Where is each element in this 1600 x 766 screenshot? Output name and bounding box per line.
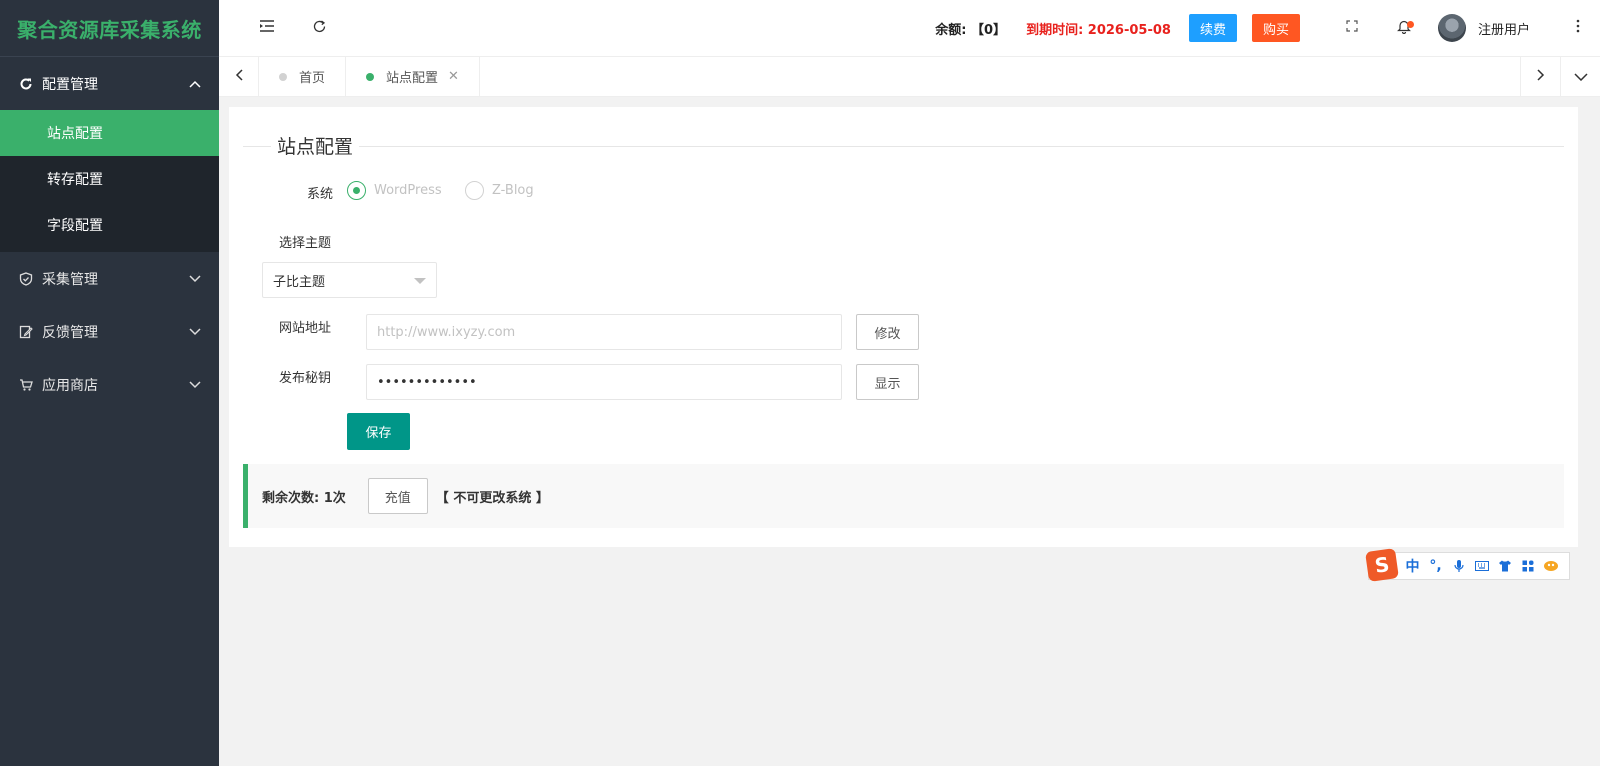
renew-button[interactable]: 续费	[1188, 14, 1237, 42]
theme-label: 选择主题	[279, 236, 332, 251]
cart-icon	[18, 377, 34, 393]
expire-text: 到期时间: 2026-05-08	[1026, 22, 1171, 38]
more-button[interactable]	[1556, 0, 1600, 57]
nav-group-collect: 采集管理	[0, 252, 219, 305]
site-url-input[interactable]	[366, 314, 842, 350]
radio-zblog[interactable]: Z-Blog	[465, 181, 534, 200]
refresh-icon	[18, 76, 34, 92]
radio-label: WordPress	[374, 183, 442, 198]
sidebar-item-field-config[interactable]: 字段配置	[0, 202, 219, 248]
notice-box: 剩余次数: 1次 充值 【 不可更改系统 】	[243, 464, 1564, 528]
site-url-label: 网站地址	[279, 321, 332, 336]
theme-select-value: 子比主题	[273, 274, 326, 290]
show-secret-button[interactable]: 显示	[856, 364, 919, 400]
user-menu[interactable]: 注册用户	[1437, 14, 1530, 42]
ime-toolbar: S 中 °,	[1365, 548, 1570, 582]
fullscreen-icon	[1346, 20, 1358, 36]
system-note: 【 不可更改系统 】	[435, 490, 549, 506]
nav-group-store: 应用商店	[0, 358, 219, 411]
nav-group-config: 配置管理 站点配置 转存配置 字段配置	[0, 57, 219, 252]
app-title: 聚合资源库采集系统	[17, 17, 202, 42]
chevron-right-icon	[1536, 68, 1545, 85]
top-header: 余额: 【0】 到期时间: 2026-05-08 续费 购买 注册用户	[219, 0, 1600, 57]
modify-button[interactable]: 修改	[856, 314, 919, 350]
keyboard-icon[interactable]	[1470, 552, 1493, 580]
tab-label: 站点配置	[386, 71, 439, 86]
section-divider: 站点配置	[243, 132, 1564, 159]
app-logo: 聚合资源库采集系统	[0, 0, 219, 57]
mic-icon[interactable]	[1447, 552, 1470, 580]
caret-down-icon	[414, 278, 426, 284]
tab-site-config[interactable]: 站点配置 ✕	[346, 57, 480, 96]
shield-icon	[18, 271, 34, 287]
buy-button[interactable]: 购买	[1251, 14, 1300, 42]
nav-head-feedback[interactable]: 反馈管理	[0, 305, 219, 358]
menu-toggle-button[interactable]	[241, 0, 293, 57]
nav-head-collect[interactable]: 采集管理	[0, 252, 219, 305]
refresh-button[interactable]	[293, 0, 345, 57]
nav-sub-config: 站点配置 转存配置 字段配置	[0, 110, 219, 252]
grid-icon[interactable]	[1516, 552, 1539, 580]
edit-doc-icon	[18, 324, 34, 340]
chevron-down-icon	[189, 379, 201, 391]
balance-text: 余额: 【0】	[935, 22, 1007, 38]
tab-bar: 首页 站点配置 ✕	[219, 57, 1600, 97]
nav-head-store[interactable]: 应用商店	[0, 358, 219, 411]
tab-label: 首页	[299, 71, 326, 86]
section-title: 站点配置	[271, 132, 360, 159]
radio-circle	[465, 181, 484, 200]
chevron-left-icon	[235, 68, 243, 85]
secret-input[interactable]	[366, 364, 842, 400]
secret-label: 发布秘钥	[279, 371, 332, 386]
sidebar-item-site-config[interactable]: 站点配置	[0, 110, 219, 156]
tab-list: 首页 站点配置 ✕	[259, 57, 1520, 96]
sidebar: 聚合资源库采集系统 配置管理 站点配置 转存配置 字段配置 采集管理 反馈管理 …	[0, 0, 219, 766]
system-label: 系统	[307, 187, 334, 202]
chevron-down-icon	[189, 326, 201, 338]
radio-wordpress[interactable]: WordPress	[347, 181, 442, 200]
username: 注册用户	[1477, 22, 1530, 38]
tool-icon[interactable]	[1539, 552, 1562, 580]
main-content: 站点配置 系统 WordPress Z-Blog 选择主题 子比主题 网站地址 …	[229, 107, 1578, 547]
radio-label: Z-Blog	[492, 183, 534, 198]
ime-chinese-toggle[interactable]: 中	[1401, 552, 1424, 580]
nav-head-label: 应用商店	[42, 377, 98, 394]
shirt-icon[interactable]	[1493, 552, 1516, 580]
chevron-down-icon	[1573, 69, 1588, 85]
ime-punctuation-toggle[interactable]: °,	[1424, 552, 1447, 580]
notification-badge	[1406, 20, 1414, 28]
tab-menu-button[interactable]	[1560, 57, 1600, 96]
tab-status-dot	[279, 72, 287, 81]
sidebar-item-transfer-config[interactable]: 转存配置	[0, 156, 219, 202]
nav-head-config[interactable]: 配置管理	[0, 57, 219, 110]
close-icon[interactable]: ✕	[448, 69, 459, 84]
save-button[interactable]: 保存	[347, 413, 410, 450]
more-vertical-icon	[1576, 19, 1580, 37]
tab-status-dot	[366, 72, 375, 81]
tab-scroll-left-button[interactable]	[219, 57, 259, 96]
chevron-down-icon	[189, 273, 201, 285]
tab-scroll-right-button[interactable]	[1520, 57, 1560, 96]
remaining-count: 剩余次数: 1次	[262, 490, 346, 506]
sogou-logo-icon[interactable]: S	[1365, 548, 1399, 582]
nav-head-label: 反馈管理	[42, 324, 98, 341]
radio-circle	[347, 181, 366, 200]
nav-head-label: 采集管理	[42, 271, 98, 288]
nav-head-label: 配置管理	[42, 76, 98, 93]
refresh-icon	[312, 19, 327, 38]
nav-group-feedback: 反馈管理	[0, 305, 219, 358]
chevron-up-icon	[189, 78, 201, 90]
recharge-button[interactable]: 充值	[367, 478, 428, 514]
fullscreen-button[interactable]	[1326, 0, 1378, 57]
notification-button[interactable]	[1378, 0, 1430, 57]
tab-home[interactable]: 首页	[259, 57, 347, 96]
theme-select[interactable]: 子比主题	[262, 262, 437, 298]
menu-fold-icon	[259, 19, 275, 37]
avatar	[1437, 14, 1466, 42]
